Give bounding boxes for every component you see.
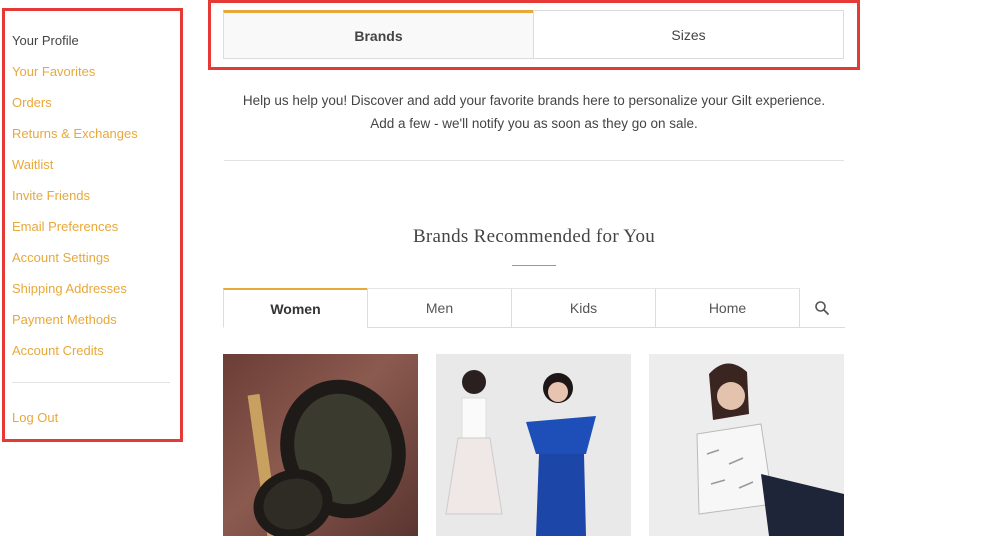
intro-text: Help us help you! Discover and add your … (224, 89, 844, 135)
models-image (445, 370, 596, 536)
brand-tile-dresses[interactable] (436, 354, 631, 536)
sidebar-item-waitlist[interactable]: Waitlist (12, 157, 53, 172)
sidebar-item-account-credits[interactable]: Account Credits (12, 343, 104, 358)
intro-line-2: Add a few - we'll notify you as soon as … (370, 116, 698, 131)
brand-tile-blouse[interactable] (649, 354, 844, 536)
category-tabs: Women Men Kids Home (223, 288, 845, 328)
intro-line-1: Help us help you! Discover and add your … (242, 93, 826, 108)
sidebar-item-shipping-addresses[interactable]: Shipping Addresses (12, 281, 127, 296)
title-underline (512, 265, 556, 266)
sidebar-item-account-settings[interactable]: Account Settings (12, 250, 110, 265)
sidebar-item-your-profile[interactable]: Your Profile (12, 33, 79, 48)
category-tab-home[interactable]: Home (655, 288, 800, 328)
sidebar-divider (12, 382, 170, 383)
search-icon (815, 300, 829, 315)
model-image (696, 363, 844, 536)
section-divider (224, 160, 844, 161)
favorites-tabs: Brands Sizes (208, 0, 860, 70)
sidebar-item-email-preferences[interactable]: Email Preferences (12, 219, 118, 234)
category-tab-women[interactable]: Women (223, 288, 368, 328)
sidebar-item-payment-methods[interactable]: Payment Methods (12, 312, 117, 327)
sunglasses-image (247, 379, 406, 536)
brand-search-button[interactable] (799, 288, 845, 328)
sidebar-item-your-favorites[interactable]: Your Favorites (12, 64, 95, 79)
sidebar-item-returns-exchanges[interactable]: Returns & Exchanges (12, 126, 138, 141)
recommended-title: Brands Recommended for You (412, 226, 656, 247)
tab-sizes[interactable]: Sizes (533, 10, 844, 59)
tab-brands[interactable]: Brands (223, 10, 534, 59)
category-tab-kids[interactable]: Kids (511, 288, 656, 328)
account-sidebar: Your Profile Your Favorites Orders Retur… (2, 8, 183, 442)
category-tab-men[interactable]: Men (367, 288, 512, 328)
sidebar-item-log-out[interactable]: Log Out (12, 410, 58, 425)
sidebar-item-invite-friends[interactable]: Invite Friends (12, 188, 90, 203)
sidebar-item-orders[interactable]: Orders (12, 95, 52, 110)
brand-tile-sunglasses[interactable] (223, 354, 418, 536)
